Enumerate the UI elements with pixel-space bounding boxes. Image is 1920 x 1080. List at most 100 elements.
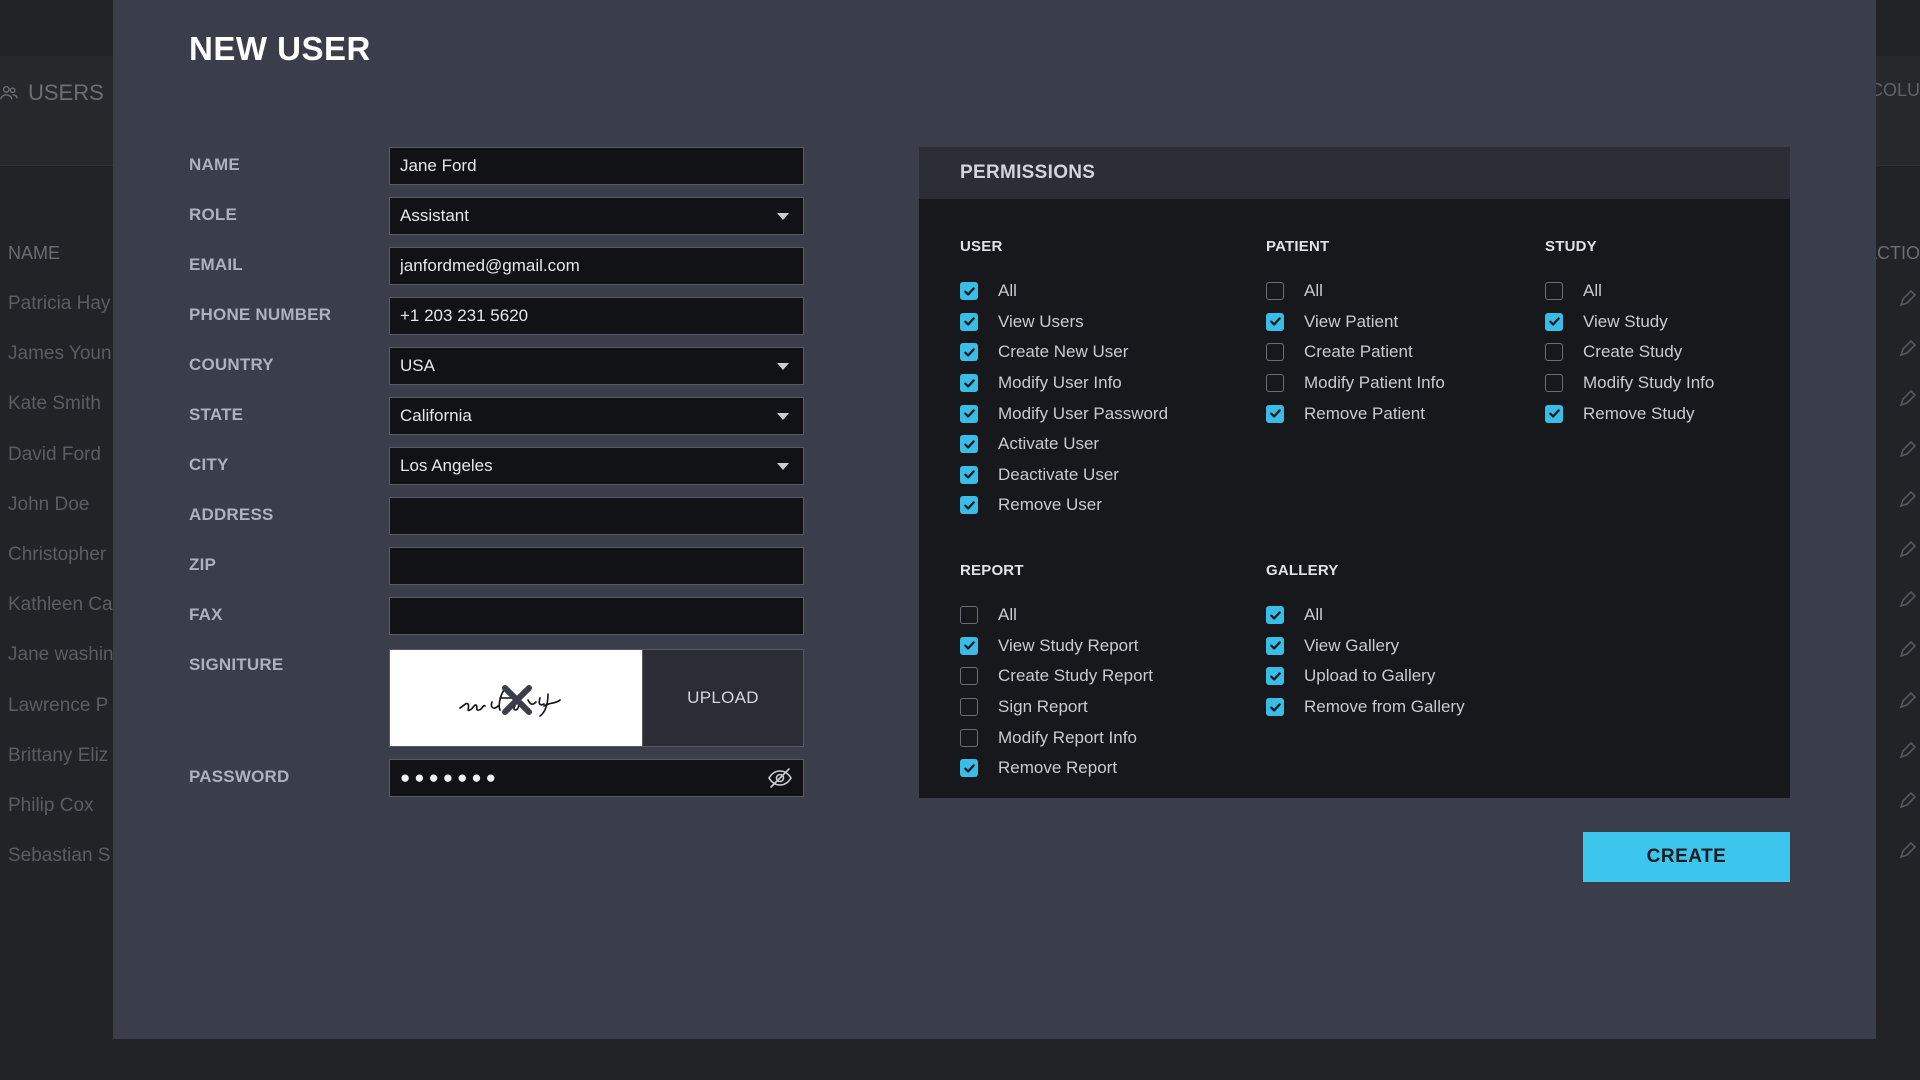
checkbox-checked[interactable] — [960, 435, 978, 454]
email-input[interactable] — [389, 247, 804, 285]
check-icon — [963, 440, 975, 449]
permission-item-study[interactable]: Remove Study — [1545, 398, 1714, 429]
signature-box: UPLOAD — [389, 649, 804, 747]
permission-item-user[interactable]: Modify User Password — [960, 398, 1168, 429]
password-input[interactable]: ●●●●●●● — [389, 759, 804, 797]
city-select[interactable]: Los Angeles — [389, 447, 804, 485]
permission-group-user: USER All View Users Create New User Modify … — [960, 238, 1168, 521]
permission-item-gallery[interactable]: Upload to Gallery — [1266, 661, 1465, 692]
zip-input[interactable] — [389, 547, 804, 585]
permission-item-gallery[interactable]: All — [1266, 600, 1465, 631]
eye-off-icon[interactable] — [767, 767, 793, 789]
checkbox-checked[interactable] — [1545, 312, 1563, 331]
background-user-row: James Youn — [8, 343, 112, 365]
checkbox-unchecked[interactable] — [960, 728, 978, 747]
permission-item-gallery[interactable]: View Gallery — [1266, 631, 1465, 662]
checkbox-unchecked[interactable] — [1545, 374, 1563, 393]
permission-item-report[interactable]: Remove Report — [960, 753, 1153, 784]
permission-item-user[interactable]: Deactivate User — [960, 460, 1168, 491]
background-user-row: David Ford — [8, 443, 101, 465]
permission-item-user[interactable]: Activate User — [960, 429, 1168, 460]
pencil-icon — [1899, 390, 1917, 407]
permission-list: All View Study Report Create Study Report S… — [960, 600, 1153, 784]
checkbox-checked[interactable] — [960, 374, 978, 393]
permission-item-user[interactable]: Remove User — [960, 490, 1168, 521]
permission-label: Create Patient — [1304, 342, 1413, 362]
permission-item-study[interactable]: View Study — [1545, 307, 1714, 338]
country-select[interactable]: USA — [389, 347, 804, 385]
background-user-row: Kate Smith — [8, 393, 101, 415]
checkbox-checked[interactable] — [1266, 404, 1284, 423]
checkbox-checked[interactable] — [1266, 312, 1284, 331]
permission-item-user[interactable]: Create New User — [960, 337, 1168, 368]
permission-item-user[interactable]: All — [960, 276, 1168, 307]
checkbox-checked[interactable] — [1266, 667, 1284, 686]
checkbox-checked[interactable] — [1266, 606, 1284, 625]
role-select[interactable]: Assistant — [389, 197, 804, 235]
checkbox-unchecked[interactable] — [960, 667, 978, 686]
checkbox-unchecked[interactable] — [1266, 343, 1284, 362]
background-user-row: Jane washin — [8, 644, 114, 666]
group-title: STUDY — [1545, 238, 1597, 255]
permission-item-user[interactable]: View Users — [960, 307, 1168, 338]
permission-label: Remove User — [998, 495, 1102, 515]
check-icon — [963, 470, 975, 479]
permission-item-study[interactable]: All — [1545, 276, 1714, 307]
permission-item-patient[interactable]: All — [1266, 276, 1445, 307]
permission-item-study[interactable]: Modify Study Info — [1545, 368, 1714, 399]
checkbox-checked[interactable] — [1266, 698, 1284, 717]
password-label: PASSWORD — [189, 767, 290, 786]
create-button[interactable]: CREATE — [1583, 832, 1790, 882]
background-user-row: Sebastian S — [8, 845, 111, 867]
pencil-icon — [1899, 590, 1917, 608]
permission-label: Create New User — [998, 342, 1129, 362]
checkbox-checked[interactable] — [960, 282, 978, 301]
checkbox-checked[interactable] — [960, 404, 978, 423]
state-select[interactable]: California — [389, 397, 804, 435]
check-icon — [963, 501, 975, 510]
permission-item-report[interactable]: View Study Report — [960, 631, 1153, 662]
fax-row: FAX — [189, 597, 809, 635]
check-icon — [1269, 641, 1281, 650]
permission-item-patient[interactable]: Create Patient — [1266, 337, 1445, 368]
permission-item-report[interactable]: All — [960, 600, 1153, 631]
phone-label: PHONE NUMBER — [189, 305, 332, 324]
checkbox-unchecked[interactable] — [1266, 374, 1284, 393]
address-input[interactable] — [389, 497, 804, 535]
checkbox-unchecked[interactable] — [960, 698, 978, 717]
checkbox-checked[interactable] — [960, 759, 978, 778]
phone-row: PHONE NUMBER — [189, 297, 809, 335]
checkbox-checked[interactable] — [1266, 636, 1284, 655]
permission-label: Remove Patient — [1304, 403, 1425, 423]
checkbox-unchecked[interactable] — [1266, 282, 1284, 301]
permission-item-report[interactable]: Modify Report Info — [960, 722, 1153, 753]
checkbox-unchecked[interactable] — [960, 606, 978, 625]
checkbox-unchecked[interactable] — [1545, 343, 1563, 362]
users-icon — [0, 85, 18, 100]
upload-button[interactable]: UPLOAD — [642, 650, 803, 746]
close-icon[interactable] — [452, 680, 582, 720]
permission-item-report[interactable]: Create Study Report — [960, 661, 1153, 692]
permission-item-user[interactable]: Modify User Info — [960, 368, 1168, 399]
checkbox-checked[interactable] — [960, 496, 978, 515]
permission-item-patient[interactable]: Modify Patient Info — [1266, 368, 1445, 399]
permission-item-report[interactable]: Sign Report — [960, 692, 1153, 723]
background-col-name: NAME — [8, 243, 61, 263]
checkbox-checked[interactable] — [960, 465, 978, 484]
background-user-row: Christopher — [8, 543, 107, 565]
checkbox-checked[interactable] — [960, 312, 978, 331]
checkbox-unchecked[interactable] — [1545, 282, 1563, 301]
phone-input[interactable] — [389, 297, 804, 335]
permission-item-study[interactable]: Create Study — [1545, 337, 1714, 368]
permission-item-patient[interactable]: Remove Patient — [1266, 398, 1445, 429]
checkbox-checked[interactable] — [960, 343, 978, 362]
fax-input[interactable] — [389, 597, 804, 635]
checkbox-checked[interactable] — [1545, 404, 1563, 423]
caret-down-icon — [777, 362, 789, 370]
permission-label: Modify Patient Info — [1304, 373, 1445, 393]
permission-item-gallery[interactable]: Remove from Gallery — [1266, 692, 1465, 723]
checkbox-checked[interactable] — [960, 636, 978, 655]
name-input[interactable] — [389, 147, 804, 185]
permission-item-patient[interactable]: View Patient — [1266, 307, 1445, 338]
permission-group-gallery: GALLERY All View Gallery Upload to Gallery… — [1266, 562, 1465, 722]
